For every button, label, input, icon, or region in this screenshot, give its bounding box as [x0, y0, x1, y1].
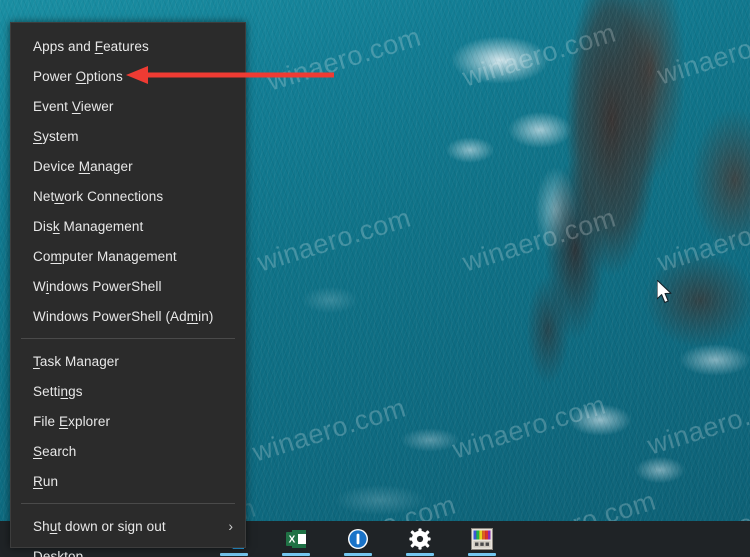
chevron-right-icon: ›	[228, 518, 233, 534]
menu-item-file-explorer[interactable]: File Explorer	[11, 406, 245, 436]
menu-item-label: Apps and Features	[33, 38, 149, 54]
menu-item-label: Windows PowerShell (Admin)	[33, 308, 214, 324]
menu-item-computer-management[interactable]: Computer Management	[11, 241, 245, 271]
taskbar-color-app-icon[interactable]	[462, 521, 502, 557]
desktop-screen: winaero.com winaero.com winaero.com winaero…	[0, 0, 750, 557]
menu-item-apps-and-features[interactable]: Apps and Features	[11, 31, 245, 61]
menu-item-label: Shut down or sign out	[33, 518, 166, 534]
taskbar-running-indicator	[468, 553, 496, 556]
menu-item-label: Device Manager	[33, 158, 133, 174]
menu-item-label: Settings	[33, 383, 83, 399]
menu-item-desktop[interactable]: Desktop	[11, 541, 245, 557]
menu-item-task-manager[interactable]: Task Manager	[11, 346, 245, 376]
menu-separator	[21, 338, 235, 339]
menu-item-label: Task Manager	[33, 353, 119, 369]
menu-separator	[21, 503, 235, 504]
menu-item-shut-down-or-sign-out[interactable]: Shut down or sign out ›	[11, 511, 245, 541]
taskbar-settings-gear-icon[interactable]	[400, 521, 440, 557]
taskbar-running-indicator	[344, 553, 372, 556]
taskbar-items: X	[214, 521, 502, 557]
menu-item-system[interactable]: System	[11, 121, 245, 151]
menu-item-network-connections[interactable]: Network Connections	[11, 181, 245, 211]
menu-item-label: Event Viewer	[33, 98, 114, 114]
taskbar-onepassword-icon[interactable]	[338, 521, 378, 557]
winx-context-menu[interactable]: Apps and Features Power Options Event View…	[10, 22, 246, 557]
menu-item-device-manager[interactable]: Device Manager	[11, 151, 245, 181]
taskbar-running-indicator	[282, 553, 310, 556]
menu-item-label: Computer Management	[33, 248, 177, 264]
menu-item-settings[interactable]: Settings	[11, 376, 245, 406]
svg-text:X: X	[289, 535, 296, 546]
menu-item-label: Power Options	[33, 68, 123, 84]
menu-item-disk-management[interactable]: Disk Management	[11, 211, 245, 241]
taskbar-excel-icon[interactable]: X	[276, 521, 316, 557]
menu-item-search[interactable]: Search	[11, 436, 245, 466]
menu-item-run[interactable]: Run	[11, 466, 245, 496]
menu-item-label: Desktop	[33, 548, 84, 557]
menu-item-label: Search	[33, 443, 77, 459]
menu-item-label: Windows PowerShell	[33, 278, 162, 294]
menu-item-label: Disk Management	[33, 218, 144, 234]
menu-item-power-options[interactable]: Power Options	[11, 61, 245, 91]
menu-item-label: Run	[33, 473, 59, 489]
menu-item-windows-powershell[interactable]: Windows PowerShell	[11, 271, 245, 301]
menu-item-label: Network Connections	[33, 188, 164, 204]
menu-item-label: File Explorer	[33, 413, 111, 429]
menu-item-windows-powershell-admin[interactable]: Windows PowerShell (Admin)	[11, 301, 245, 331]
taskbar-running-indicator	[406, 553, 434, 556]
menu-item-label: System	[33, 128, 79, 144]
menu-item-event-viewer[interactable]: Event Viewer	[11, 91, 245, 121]
